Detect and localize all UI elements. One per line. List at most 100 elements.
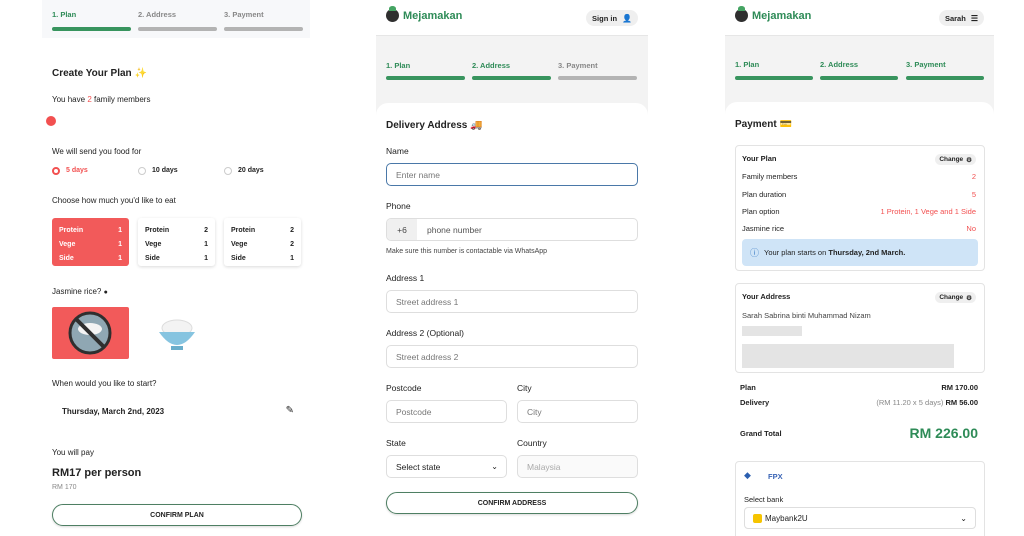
your-plan-title: Your Plan [742,154,777,163]
state-select[interactable]: Select state ⌄ [386,455,507,478]
address1-input[interactable]: Street address 1 [386,290,638,313]
step-payment[interactable]: 3. Payment [906,60,946,69]
step-plan[interactable]: 1. Plan [52,10,76,19]
pay-label: You will pay [52,448,94,457]
change-plan-button[interactable]: Change ⚙ [935,154,976,165]
country-input: Malaysia [517,455,638,478]
plan-row-duration: Plan duration 5 [742,190,976,199]
grand-total-row: Grand Total RM 226.00 [740,425,978,441]
rice-yes-option[interactable] [152,310,202,358]
start-date-picker[interactable]: Thursday, March 2nd, 2023 ✎ [52,398,302,426]
grand-total-value: RM 226.00 [909,425,978,441]
logo-icon [386,6,399,22]
step-bar-plan [52,27,131,31]
step-bar-plan [386,76,465,80]
address1-label: Address 1 [386,273,425,283]
portion-option-3[interactable]: Protein 2 Vege 2 Side 1 [224,218,301,266]
step-plan[interactable]: 1. Plan [386,61,410,70]
duration-radio-20[interactable] [224,167,232,175]
payment-card: Payment 💳 Your Plan Change ⚙ Family membe… [725,102,994,536]
address2-input[interactable]: Street address 2 [386,345,638,368]
plan-row-option: Plan option 1 Protein, 1 Vege and 1 Side [742,207,976,216]
form-title: Delivery Address 🚚 [386,120,483,131]
duration-radio-5[interactable] [52,167,60,175]
fpx-payment-card[interactable]: ◆ FPX Select bank Maybank2U ⌄ [735,461,985,536]
your-plan-card: Your Plan Change ⚙ Family members 2 Plan d… [735,145,985,271]
name-label: Name [386,146,409,156]
payment-screen: Mejamakan Sarah ☰ 1. Plan 2. Address 3. … [725,0,994,536]
fpx-logo-icon: ◆ [744,470,751,480]
gear-icon: ⚙ [966,294,972,302]
total-plan-row: Plan RM 170.00 [740,383,978,392]
plan-screen: 1. Plan 2. Address 3. Payment Create You… [42,0,310,536]
portion-option-2[interactable]: Protein 2 Vege 1 Side 1 [138,218,215,266]
duration-label-20[interactable]: 20 days [238,167,264,174]
change-address-button[interactable]: Change ⚙ [935,292,976,303]
step-bar-address [820,76,898,80]
maybank-icon [753,513,762,523]
rice-bowl-icon [159,319,195,350]
chevron-down-icon: ⌄ [960,513,967,523]
step-payment[interactable]: 3. Payment [224,10,264,19]
phone-placeholder: phone number [427,224,482,235]
country-label: Country [517,438,547,448]
address-form-card: Delivery Address 🚚 Name Enter name Phone… [376,103,648,536]
step-payment[interactable]: 3. Payment [558,61,598,70]
start-label: When would you like to start? [52,379,157,388]
step-bar-payment [906,76,984,80]
start-date-value: Thursday, March 2nd, 2023 [62,407,165,416]
select-bank-label: Select bank [744,495,784,504]
duration-label-10[interactable]: 10 days [152,167,178,174]
rice-no-option[interactable] [52,307,129,359]
portion-option-1[interactable]: Protein 1 Vege 1 Side 1 [52,218,129,266]
price-per-person: RM17 per person [52,467,142,479]
user-menu-button[interactable]: Sarah ☰ [938,10,984,26]
bank-select[interactable]: Maybank2U ⌄ [744,507,976,529]
rice-small-icon: ● [103,289,108,296]
chevron-down-icon: ⌄ [491,462,498,471]
step-bar-address [138,27,217,31]
step-bar-payment [224,27,303,31]
fpx-label: FPX [768,472,783,481]
info-icon: ⓘ [750,248,760,258]
duration-label-5[interactable]: 5 days [66,167,88,174]
confirm-plan-button[interactable]: CONFIRM PLAN [52,504,302,526]
app-header: Mejamakan Sign in 👤 [376,0,648,36]
payment-title: Payment 💳 [735,119,792,130]
postcode-label: Postcode [386,383,422,393]
your-address-card: Your Address Change ⚙ Sarah Sabrina binti… [735,283,985,373]
members-count: 2 [87,95,92,104]
plan-start-notice: ⓘ Your plan starts on Thursday, 2nd Marc… [742,239,978,266]
phone-label: Phone [386,201,411,211]
step-address[interactable]: 2. Address [820,60,858,69]
sign-in-button[interactable]: Sign in 👤 [586,10,638,26]
redacted-address-line [742,326,802,336]
step-plan[interactable]: 1. Plan [735,60,759,69]
card-icon: 💳 [779,119,792,130]
step-address[interactable]: 2. Address [472,61,510,70]
members-slider-handle[interactable] [46,116,56,126]
step-bar-payment [558,76,637,80]
postcode-input[interactable]: Postcode [386,400,507,423]
rice-label: Jasmine rice? ● [52,287,108,296]
city-label: City [517,383,532,393]
page-title: Create Your Plan ✨ [52,68,147,79]
edit-pencil-icon[interactable]: ✎ [286,405,294,416]
confirm-address-button[interactable]: CONFIRM ADDRESS [386,492,638,514]
brand-logo[interactable]: Mejamakan [386,6,462,22]
phone-hint: Make sure this number is contactable via… [386,248,548,255]
user-icon: 👤 [622,13,632,23]
name-input[interactable]: Enter name [386,163,638,186]
plan-row-rice: Jasmine rice No [742,224,976,233]
eat-label: Choose how much you'd like to eat [52,196,176,205]
phone-input[interactable]: +6 phone number [386,218,638,241]
members-text: You have 2 family members [52,95,151,104]
app-header: Mejamakan Sarah ☰ [725,0,994,36]
menu-icon: ☰ [970,13,978,23]
duration-radio-10[interactable] [138,167,146,175]
phone-prefix: +6 [387,219,417,240]
city-input[interactable]: City [517,400,638,423]
brand-logo[interactable]: Mejamakan [735,6,811,22]
your-address-title: Your Address [742,292,791,301]
step-address[interactable]: 2. Address [138,10,176,19]
